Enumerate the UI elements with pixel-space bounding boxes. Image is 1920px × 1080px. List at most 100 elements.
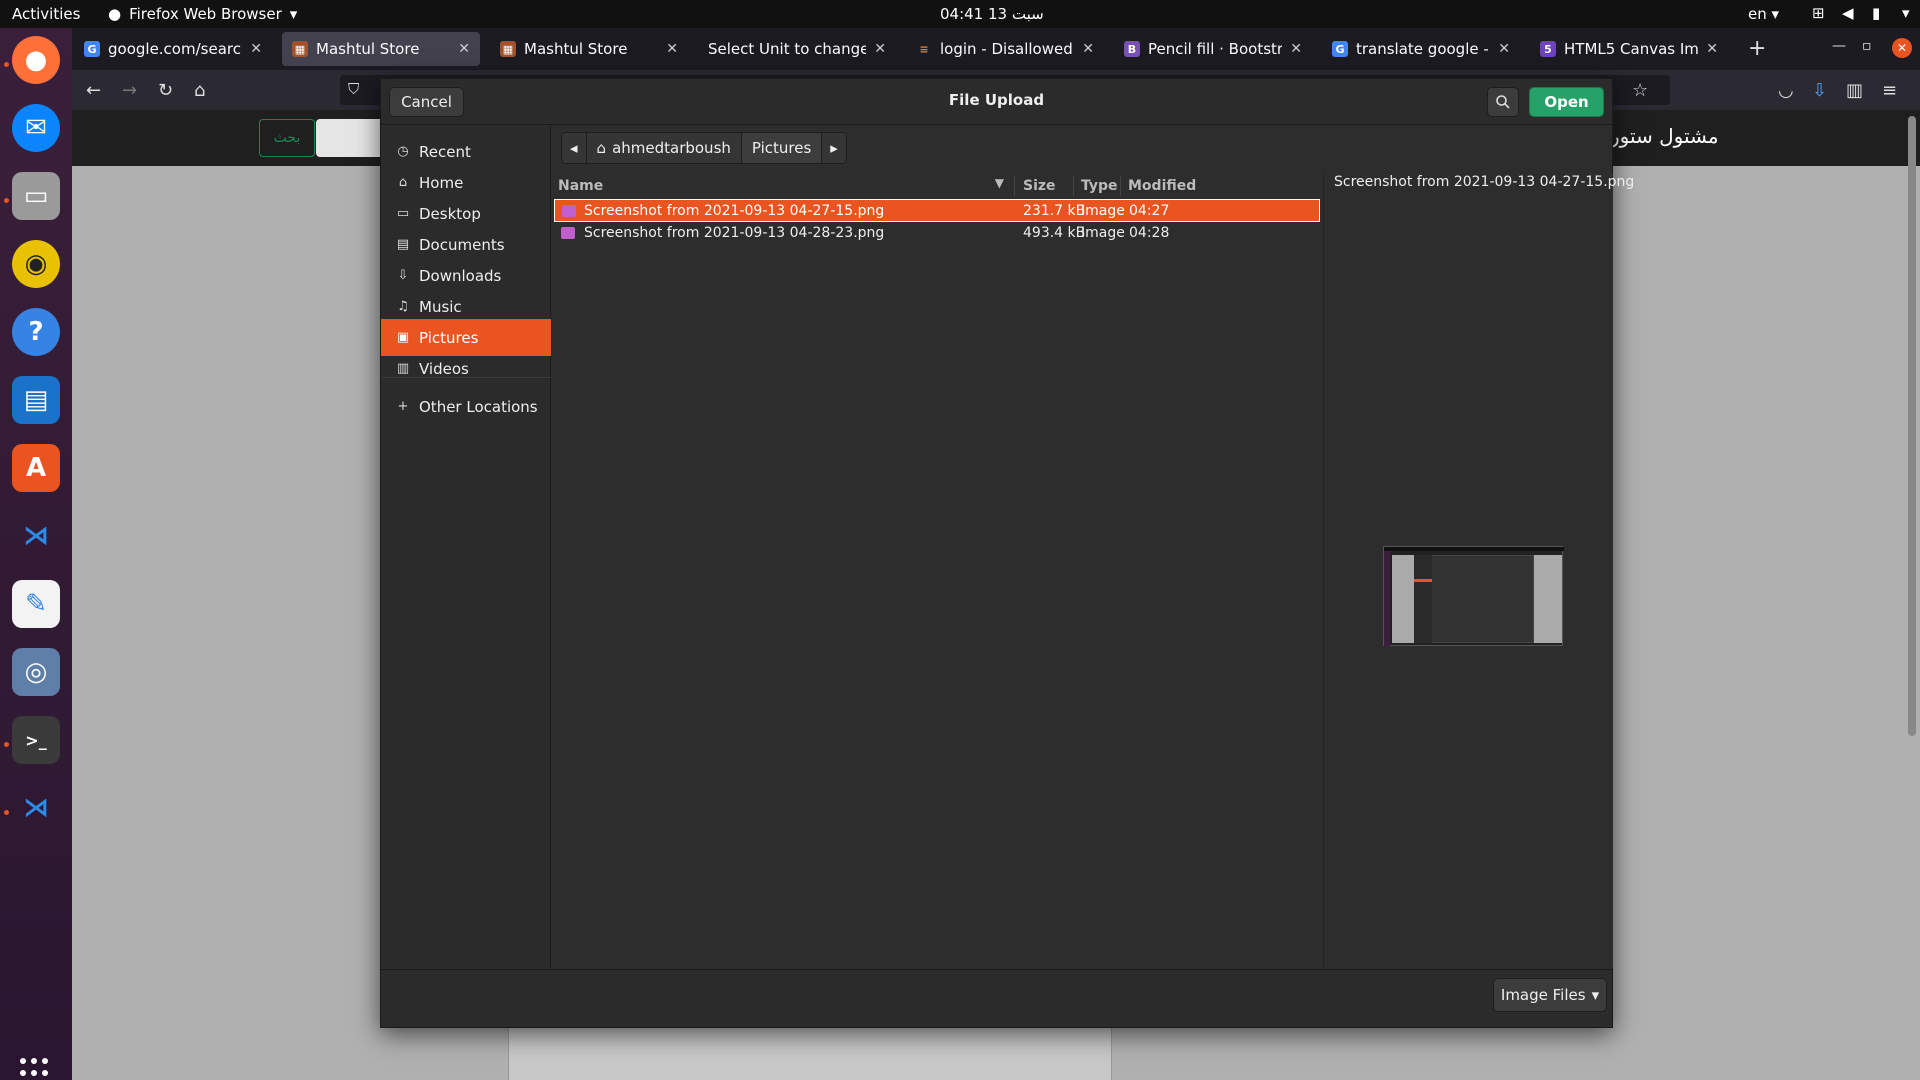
close-icon[interactable]: ✕ — [874, 41, 886, 57]
path-home-button[interactable]: ⌂ ahmedtarboush — [587, 133, 742, 163]
app-menu-label: Firefox Web Browser — [129, 5, 282, 23]
menu-icon[interactable]: ≡ — [1882, 80, 1897, 101]
place-videos[interactable]: ▥ Videos — [381, 350, 551, 387]
close-icon[interactable]: ✕ — [250, 41, 262, 57]
tab-bootstrap-icons[interactable]: B Pencil fill · Bootstrap Ic ✕ — [1114, 32, 1312, 66]
terminal-icon[interactable]: >_ — [12, 716, 60, 764]
rhythmbox-icon[interactable]: ◉ — [12, 240, 60, 288]
tab-html5-canvas[interactable]: 5 HTML5 Canvas Image ✕ — [1530, 32, 1728, 66]
tab-translate-google[interactable]: G translate google - بحث ✕ — [1322, 32, 1520, 66]
column-modified[interactable]: Modified — [1128, 174, 1196, 198]
column-divider — [1073, 176, 1074, 196]
column-name[interactable]: Name ▼ — [558, 174, 1004, 198]
site-search-input[interactable] — [316, 119, 386, 157]
bookmark-star-icon[interactable]: ☆ — [1632, 80, 1648, 101]
tab-login-disallowed[interactable]: ≡ login - DisallowedRedi ✕ — [906, 32, 1104, 66]
path-label: Pictures — [751, 139, 812, 157]
home-icon[interactable]: ⌂ — [194, 80, 205, 101]
close-icon[interactable]: ✕ — [1706, 41, 1718, 57]
search-button[interactable] — [1487, 87, 1519, 117]
reload-icon[interactable]: ↻ — [158, 80, 173, 101]
close-icon[interactable]: ✕ — [1082, 41, 1094, 57]
vscode-icon[interactable]: ⋊ — [12, 784, 60, 832]
minimize-icon[interactable]: — — [1832, 38, 1846, 54]
place-other-locations[interactable]: + Other Locations — [381, 388, 551, 425]
vscode-icon[interactable]: ⋊ — [12, 512, 60, 560]
tab-label: Pencil fill · Bootstrap Ic — [1148, 40, 1283, 58]
place-label: Recent — [419, 142, 471, 161]
sidebar-icon[interactable]: ▥ — [1846, 80, 1863, 101]
file-upload-dialog: Cancel File Upload Open ◷ Recent ⌂ Home … — [380, 78, 1634, 1028]
video-icon: ▥ — [396, 361, 410, 376]
column-size[interactable]: Size — [1023, 174, 1056, 198]
file-size: 493.4 kB — [1023, 225, 1086, 241]
file-row[interactable]: Screenshot from 2021-09-13 04-27-15.png … — [554, 199, 1320, 222]
software-icon[interactable]: A — [12, 444, 60, 492]
tab-strip: G google.com/search?ch ✕ ▦ Mashtul Store… — [72, 28, 1920, 70]
thunderbird-icon[interactable]: ✉ — [12, 104, 60, 152]
clock-icon: ◷ — [397, 144, 409, 159]
clock[interactable]: سبت 13 04:41 — [940, 5, 1044, 23]
language-indicator[interactable]: en ▾ — [1748, 5, 1779, 23]
tab-google-search[interactable]: G google.com/search?ch ✕ — [74, 32, 272, 66]
path-bar: ◂ ⌂ ahmedtarboush Pictures ▸ — [561, 132, 847, 164]
pocket-icon[interactable]: ◡ — [1778, 80, 1794, 101]
google-favicon-icon: G — [1332, 41, 1348, 57]
close-icon[interactable]: ✕ — [1290, 41, 1302, 57]
battery-icon: ▮ — [1872, 4, 1881, 22]
activities-button[interactable]: Activities — [12, 5, 80, 23]
path-back-button[interactable]: ◂ — [562, 133, 587, 163]
column-label: Type — [1081, 178, 1118, 194]
dialog-title: File Upload — [948, 91, 1045, 109]
music-icon: ♫ — [397, 299, 409, 314]
path-pictures-button[interactable]: Pictures — [741, 133, 823, 163]
text-editor-icon[interactable]: ✎ — [12, 580, 60, 628]
close-icon[interactable]: ✕ — [1498, 41, 1510, 57]
open-button[interactable]: Open — [1529, 87, 1604, 117]
new-tab-icon[interactable]: + — [1748, 36, 1766, 61]
running-indicator — [4, 742, 9, 747]
top-bar: Activities ● Firefox Web Browser ▾ سبت 1… — [0, 0, 1920, 28]
close-icon[interactable]: ✕ — [458, 41, 470, 57]
screenshot-icon[interactable]: ◎ — [12, 648, 60, 696]
file-row[interactable]: Screenshot from 2021-09-13 04-28-23.png … — [554, 222, 1320, 245]
show-apps-icon[interactable] — [20, 1058, 52, 1080]
place-label: Pictures — [419, 328, 479, 347]
app-menu[interactable]: ● Firefox Web Browser ▾ — [108, 5, 297, 23]
system-tray[interactable]: ⊞ ◀ ▮ ▾ — [1812, 4, 1918, 22]
tab-label: google.com/search?ch — [108, 40, 242, 58]
site-search-button[interactable]: بحث — [259, 119, 315, 157]
page-scrollbar[interactable] — [1908, 116, 1916, 736]
tab-label: Mashtul Store — [524, 40, 628, 58]
place-label: Desktop — [419, 204, 481, 223]
column-type[interactable]: Type — [1081, 174, 1118, 198]
file-type-filter[interactable]: Image Files ▾ — [1493, 978, 1607, 1012]
path-label: ahmedtarboush — [612, 139, 731, 157]
chevron-down-icon: ▾ — [289, 5, 298, 23]
back-icon[interactable]: ← — [86, 80, 101, 101]
shield-icon[interactable]: ⛉ — [348, 80, 359, 98]
file-name: Screenshot from 2021-09-13 04-27-15.png — [584, 203, 885, 219]
tab-mashtul-store-active[interactable]: ▦ Mashtul Store ✕ — [282, 32, 480, 66]
stackoverflow-favicon-icon: ≡ — [919, 42, 929, 56]
close-icon[interactable]: ✕ — [666, 41, 678, 57]
forward-icon[interactable]: → — [122, 80, 137, 101]
dialog-header: Cancel File Upload Open — [381, 79, 1612, 125]
firefox-icon[interactable]: ● — [12, 36, 60, 84]
document-icon: ▤ — [396, 237, 410, 252]
chevron-left-icon: ◂ — [570, 139, 578, 157]
sort-down-icon: ▼ — [994, 176, 1004, 190]
restore-icon[interactable]: ▫ — [1862, 38, 1872, 54]
files-icon[interactable]: ▭ — [12, 172, 60, 220]
downloads-icon[interactable]: ⇩ — [1812, 80, 1827, 101]
tab-select-unit[interactable]: Select Unit to change | Dj ✕ — [698, 32, 896, 66]
path-forward-button[interactable]: ▸ — [822, 133, 846, 163]
file-type: Image — [1081, 203, 1125, 219]
window-close-icon[interactable]: ✕ — [1892, 38, 1912, 58]
site-brand[interactable]: مشتول ستور — [1610, 124, 1719, 148]
help-icon[interactable]: ? — [12, 308, 60, 356]
tab-mashtul-store[interactable]: ▦ Mashtul Store ✕ — [490, 32, 688, 66]
column-divider — [1120, 176, 1121, 196]
writer-icon[interactable]: ▤ — [12, 376, 60, 424]
dock: ● ✉ ▭ ◉ ? ▤ A ⋊ ✎ ◎ >_ ⋊ — [0, 28, 72, 1080]
